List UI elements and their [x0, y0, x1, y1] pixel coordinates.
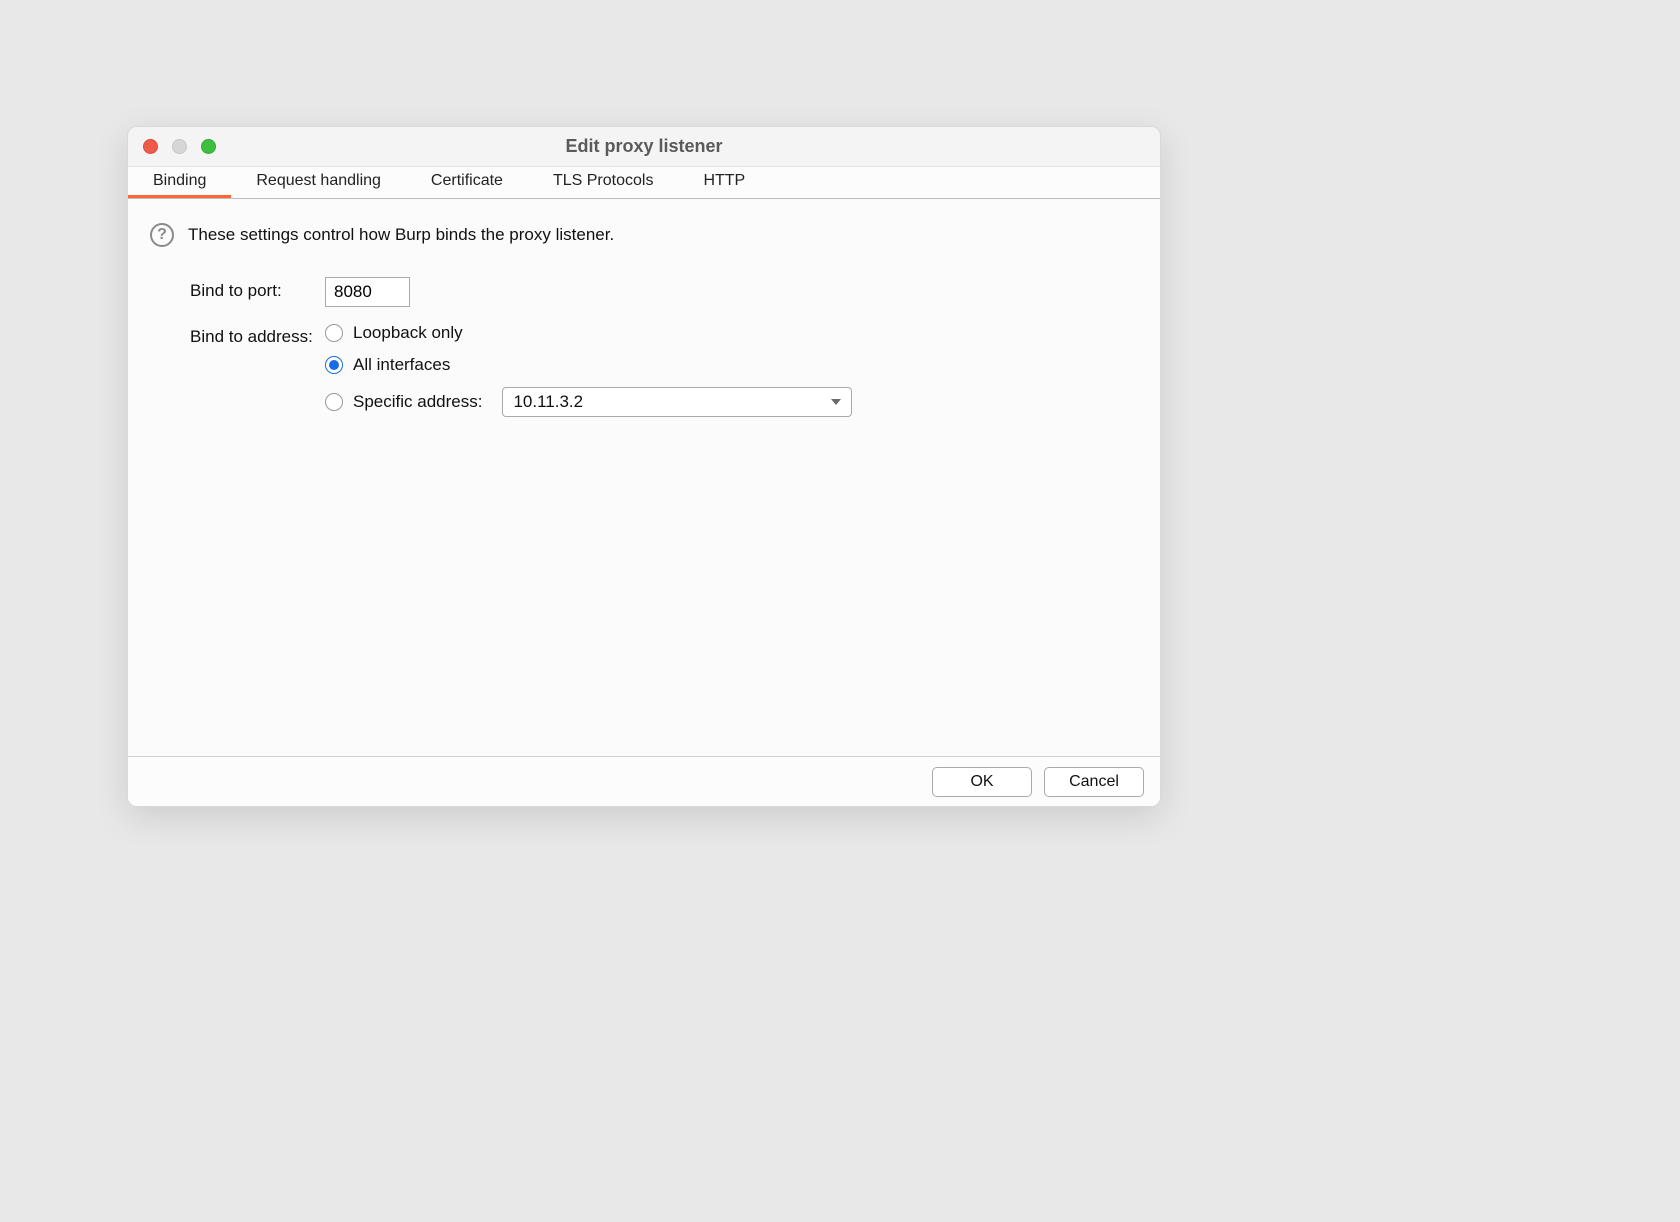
- window-controls: [143, 139, 216, 154]
- chevron-down-icon: [831, 399, 841, 405]
- specific-address-value: 10.11.3.2: [513, 392, 583, 412]
- bind-port-input[interactable]: [325, 277, 410, 307]
- dialog-edit-proxy-listener: Edit proxy listener Binding Request hand…: [127, 126, 1161, 807]
- tab-label: Certificate: [431, 172, 503, 190]
- button-label: Cancel: [1069, 773, 1119, 791]
- bind-port-label: Bind to port:: [190, 277, 325, 301]
- tab-label: TLS Protocols: [553, 172, 653, 190]
- tab-binding[interactable]: Binding: [128, 167, 231, 198]
- tab-label: Binding: [153, 172, 206, 190]
- tab-certificate[interactable]: Certificate: [406, 167, 528, 198]
- ok-button[interactable]: OK: [932, 767, 1032, 797]
- help-icon[interactable]: ?: [150, 223, 174, 247]
- window-close-button[interactable]: [143, 139, 158, 154]
- tab-request-handling[interactable]: Request handling: [231, 167, 406, 198]
- binding-description: These settings control how Burp binds th…: [188, 225, 614, 245]
- button-label: OK: [970, 773, 993, 791]
- dialog-footer: OK Cancel: [128, 756, 1160, 806]
- tab-bar: Binding Request handling Certificate TLS…: [128, 167, 1160, 199]
- titlebar: Edit proxy listener: [128, 127, 1160, 167]
- radio-specific-address[interactable]: [325, 393, 343, 411]
- radio-all-interfaces[interactable]: [325, 356, 343, 374]
- bind-address-label: Bind to address:: [190, 323, 325, 347]
- specific-address-select[interactable]: 10.11.3.2: [502, 387, 852, 417]
- tab-http[interactable]: HTTP: [678, 167, 770, 198]
- radio-loopback-only[interactable]: [325, 324, 343, 342]
- cancel-button[interactable]: Cancel: [1044, 767, 1144, 797]
- dialog-title: Edit proxy listener: [128, 136, 1160, 157]
- tab-label: HTTP: [703, 172, 745, 190]
- radio-label: Specific address:: [353, 392, 482, 412]
- window-minimize-button[interactable]: [172, 139, 187, 154]
- tab-tls-protocols[interactable]: TLS Protocols: [528, 167, 678, 198]
- radio-label: All interfaces: [353, 355, 450, 375]
- tab-label: Request handling: [256, 172, 381, 190]
- tab-content-binding: ? These settings control how Burp binds …: [128, 199, 1160, 756]
- window-zoom-button[interactable]: [201, 139, 216, 154]
- radio-label: Loopback only: [353, 323, 463, 343]
